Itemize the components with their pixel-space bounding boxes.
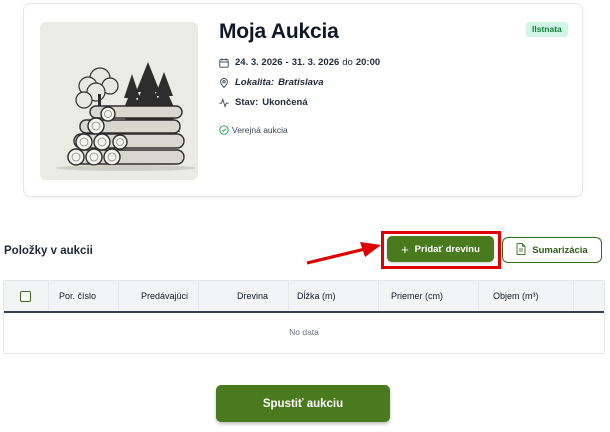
summary-button[interactable]: Sumarizácia bbox=[502, 237, 602, 263]
state-value: Ukončená bbox=[262, 97, 308, 108]
auction-image bbox=[40, 22, 198, 180]
column-header-actions bbox=[574, 281, 604, 311]
add-tree-species-button[interactable]: + Pridať drevinu bbox=[387, 236, 494, 262]
date-connector: do bbox=[342, 57, 353, 68]
select-all-cell bbox=[4, 281, 49, 311]
date-to: 31. 3. 2026 bbox=[291, 57, 340, 68]
check-circle-icon bbox=[219, 125, 229, 135]
document-icon bbox=[516, 242, 526, 258]
auction-location-row: Lokalita: Bratislava bbox=[219, 77, 323, 88]
date-time: 20:00 bbox=[355, 57, 381, 68]
auction-title: Moja Aukcia bbox=[219, 20, 339, 43]
table-header: Por. číslo Predávajúci Drevina Dĺžka (m)… bbox=[4, 281, 604, 313]
column-header-order[interactable]: Por. číslo bbox=[49, 281, 119, 311]
column-header-volume[interactable]: Objem (m³) bbox=[479, 281, 574, 311]
items-table: Por. číslo Predávajúci Drevina Dĺžka (m)… bbox=[3, 280, 605, 354]
summary-button-label: Sumarizácia bbox=[532, 244, 588, 256]
timber-logs-illustration bbox=[40, 22, 198, 180]
column-header-seller[interactable]: Predávajúci bbox=[119, 281, 199, 311]
auction-card: Moja Aukcia Ilstnata 24. 3. 2026 - 31. 3… bbox=[23, 3, 583, 197]
plus-icon: + bbox=[401, 241, 409, 257]
visibility-text: Verejná aukcia bbox=[232, 125, 288, 135]
activity-icon bbox=[219, 97, 229, 108]
status-badge: Ilstnata bbox=[526, 22, 568, 37]
add-button-label: Pridať drevinu bbox=[414, 243, 480, 255]
location-label: Lokalita: bbox=[235, 77, 275, 88]
calendar-icon bbox=[219, 57, 229, 68]
select-all-checkbox[interactable] bbox=[20, 291, 31, 302]
date-from: 24. 3. 2026 bbox=[235, 57, 283, 68]
start-auction-button[interactable]: Spustiť aukciu bbox=[216, 385, 390, 422]
date-separator: - bbox=[285, 57, 289, 68]
auction-state-row: Stav: Ukončená bbox=[219, 97, 308, 108]
auction-date-row: 24. 3. 2026 - 31. 3. 2026 do 20:00 bbox=[219, 57, 380, 68]
map-pin-icon bbox=[219, 77, 229, 88]
auction-visibility-row: Verejná aukcia bbox=[219, 125, 288, 135]
items-section-title: Položky v aukcii bbox=[4, 245, 93, 257]
column-header-length[interactable]: Dĺžka (m) bbox=[289, 281, 379, 311]
column-header-diameter[interactable]: Priemer (cm) bbox=[379, 281, 479, 311]
column-header-species[interactable]: Drevina bbox=[199, 281, 289, 311]
location-value: Bratislava bbox=[278, 77, 324, 88]
empty-table-text: No data bbox=[289, 327, 319, 337]
state-label: Stav: bbox=[235, 97, 259, 108]
red-arrow-annotation bbox=[306, 242, 381, 265]
